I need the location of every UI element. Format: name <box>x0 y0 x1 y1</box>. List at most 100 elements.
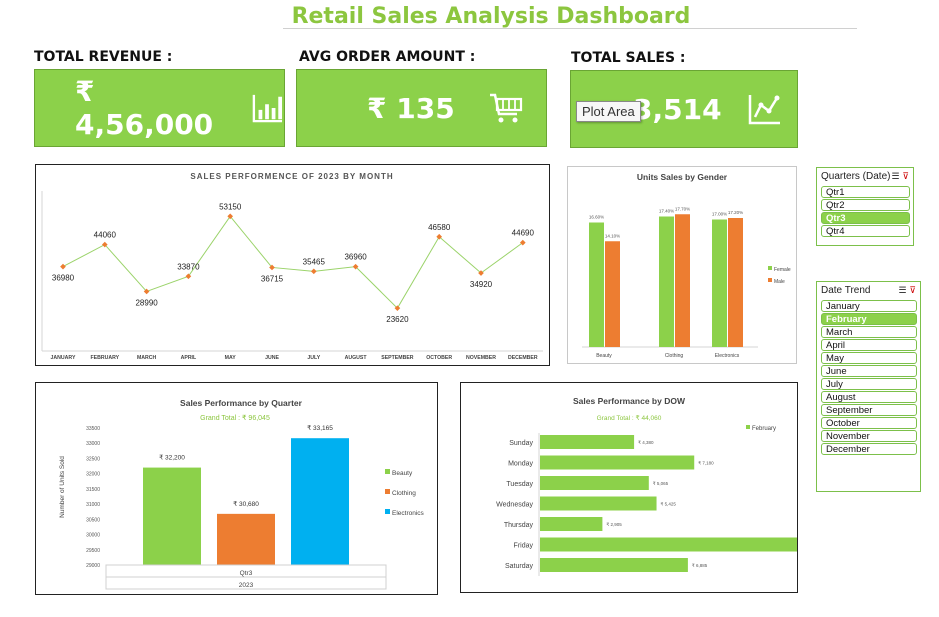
quarter-data-label: ₹ 32,200 <box>159 454 185 462</box>
monthly-sales-chart-panel[interactable]: SALES PERFORMENCE OF 2023 BY MONTH 36980… <box>35 164 550 366</box>
date-trend-slicer[interactable]: Date Trend ☰ ⊽ January February March April… <box>816 281 921 492</box>
month-slicer-item[interactable]: May <box>821 352 917 364</box>
quarter-slicer-item[interactable]: Qtr4 <box>821 225 910 237</box>
kpi-label-total-sales: TOTAL SALES : <box>571 50 686 66</box>
month-tick-label: SEPTEMBER <box>381 355 414 361</box>
quarter-bar[interactable] <box>291 438 349 565</box>
quarter-ytick-label: 33000 <box>86 441 100 447</box>
quarter-slicer-item[interactable]: Qtr1 <box>821 186 910 198</box>
gender-data-label: 17.40% <box>659 209 674 214</box>
kpi-value-total-sales: 3,514 <box>633 92 722 126</box>
dow-chart-panel[interactable]: Sales Performance by DOW Grand Total : ₹… <box>460 382 825 593</box>
quarter-legend-label: Clothing <box>392 490 416 497</box>
dow-data-label: ₹ 2,905 <box>606 522 622 527</box>
month-tick-label: MARCH <box>137 355 157 361</box>
quarter-legend-swatch <box>385 469 390 474</box>
date-trend-slicer-title: Date Trend <box>821 285 871 296</box>
month-slicer-item[interactable]: October <box>821 417 917 429</box>
month-tick-label: OCTOBER <box>426 355 452 361</box>
kpi-card-avg-order[interactable]: ₹ 135 <box>296 69 547 147</box>
gender-category-label: Electronics <box>715 353 740 359</box>
quarter-bar[interactable] <box>143 467 201 565</box>
quarter-chart-subtitle: Grand Total : ₹ 96,045 <box>200 414 270 422</box>
month-slicer-item[interactable]: December <box>821 443 917 455</box>
month-tick-label: FEBRUARY <box>90 355 119 361</box>
dow-bar[interactable] <box>540 517 603 531</box>
quarter-ytick-label: 30000 <box>86 533 100 539</box>
month-tick-label: DECEMBER <box>508 355 538 361</box>
gender-chart: Units Sales by Gender 16.60% 14.10% Beauty… <box>582 172 791 359</box>
gender-bar[interactable] <box>589 222 604 348</box>
month-slicer-item[interactable]: August <box>821 391 917 403</box>
gender-data-label: 14.10% <box>605 233 620 238</box>
line-data-label: 35465 <box>303 257 326 266</box>
gender-bar[interactable] <box>712 219 727 348</box>
month-slicer-item[interactable]: February <box>821 313 917 325</box>
month-tick-label: AUGUST <box>345 355 368 361</box>
month-slicer-item[interactable]: June <box>821 365 917 377</box>
kpi-value-avg-order: ₹ 135 <box>367 91 455 125</box>
gender-chart-panel[interactable]: Units Sales by Gender 16.60% 14.10% Beauty… <box>567 166 797 364</box>
dow-day-label: Thursday <box>504 522 534 529</box>
dow-data-label: ₹ 5,425 <box>661 502 677 507</box>
line-trend-icon <box>748 95 780 125</box>
monthly-chart-plot: 36980 JANUARY 44060 FEBRUARY 28990 MARCH 33870… <box>51 202 538 361</box>
quarter-ytick-label: 32000 <box>86 472 100 478</box>
dow-legend-label: February <box>752 426 776 432</box>
month-slicer-item[interactable]: September <box>821 404 917 416</box>
month-slicer-item[interactable]: January <box>821 300 917 312</box>
multi-select-icon[interactable]: ☰ <box>899 285 907 295</box>
quarter-slicer-item[interactable]: Qtr2 <box>821 199 910 211</box>
gender-bar[interactable] <box>605 241 620 347</box>
quarter-bar[interactable] <box>217 513 275 565</box>
clear-filter-icon[interactable]: ⊽ <box>909 285 916 295</box>
dow-bar[interactable] <box>540 496 657 511</box>
line-point[interactable] <box>310 268 317 275</box>
dow-data-label: ₹ 5,065 <box>653 481 669 486</box>
line-data-label: 53150 <box>219 202 242 211</box>
line-data-label: 33870 <box>177 262 200 271</box>
month-tick-label: JULY <box>307 355 320 361</box>
quarter-ytick-label: 30500 <box>86 517 100 523</box>
month-tick-label: MAY <box>225 355 237 361</box>
gender-data-label: 17.00% <box>712 212 727 217</box>
quarters-slicer-title: Quarters (Date) <box>821 171 891 182</box>
quarter-slicer-item[interactable]: Qtr3 <box>821 212 910 224</box>
quarter-chart-title: Sales Performance by Quarter <box>180 398 303 408</box>
quarters-slicer[interactable]: Quarters (Date) ☰ ⊽ Qtr1 Qtr2 Qtr3 Qtr4 <box>816 167 914 246</box>
clear-filter-icon[interactable]: ⊽ <box>902 171 909 181</box>
dow-bar[interactable] <box>540 435 635 449</box>
month-tick-label: JUNE <box>265 355 279 361</box>
date-trend-slicer-header: Date Trend ☰ ⊽ <box>817 282 920 299</box>
month-slicer-item[interactable]: July <box>821 378 917 390</box>
quarter-ytick-label: 31500 <box>86 487 100 493</box>
gender-data-label: 16.60% <box>589 215 604 220</box>
gender-bar[interactable] <box>675 214 690 347</box>
quarter-chart-panel[interactable]: Sales Performance by Quarter Grand Total… <box>35 382 438 595</box>
month-slicer-item[interactable]: November <box>821 430 917 442</box>
line-data-label: 23620 <box>386 315 409 324</box>
dow-bar[interactable] <box>540 455 695 470</box>
line-point[interactable] <box>60 263 66 270</box>
gender-category-label: Beauty <box>596 353 612 359</box>
dow-bar[interactable] <box>540 476 649 490</box>
quarters-slicer-header: Quarters (Date) ☰ ⊽ <box>817 168 913 185</box>
month-slicer-item[interactable]: March <box>821 326 917 338</box>
gender-bar[interactable] <box>728 218 743 347</box>
line-data-label: 28990 <box>135 298 158 307</box>
date-filter-icons: ☰ ⊽ <box>899 285 916 296</box>
dow-bar[interactable] <box>540 558 688 572</box>
month-slicer-item[interactable]: April <box>821 339 917 351</box>
dow-chart: Sales Performance by DOW Grand Total : ₹… <box>496 396 825 576</box>
dow-chart-subtitle: Grand Total : ₹ 44,060 <box>597 414 662 422</box>
dow-day-label: Sunday <box>509 440 533 447</box>
kpi-card-revenue[interactable]: ₹ 4,56,000 <box>34 69 285 147</box>
dow-chart-plot: Sunday ₹ 4,380 Monday ₹ 7,180 Tuesday ₹ 5,065… <box>496 435 825 572</box>
quarter-legend-swatch <box>385 509 390 514</box>
dow-bar[interactable] <box>540 537 803 552</box>
multi-select-icon[interactable]: ☰ <box>892 171 900 181</box>
quarter-legend-swatch <box>385 489 390 494</box>
line-data-label: 46580 <box>428 223 451 232</box>
dow-day-label: Tuesday <box>506 481 533 488</box>
gender-bar[interactable] <box>659 216 674 348</box>
